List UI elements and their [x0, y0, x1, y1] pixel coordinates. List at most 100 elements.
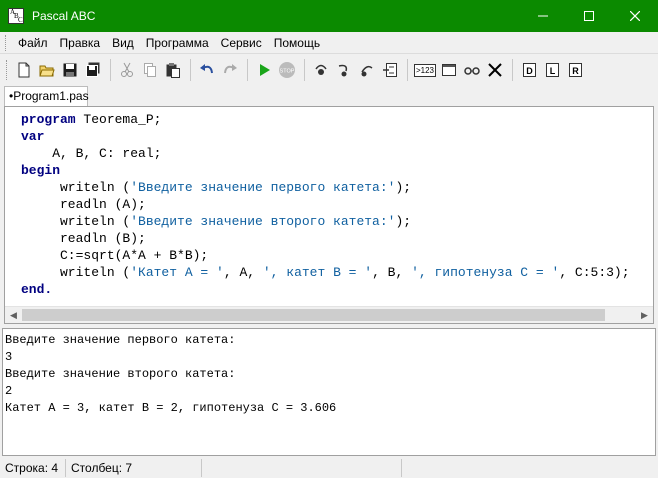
run-button[interactable] [253, 59, 275, 81]
run-icon [260, 64, 270, 76]
svg-text:D: D [526, 66, 533, 76]
save-button[interactable] [59, 59, 81, 81]
step-out-button[interactable] [356, 59, 378, 81]
code-line[interactable]: var [21, 128, 630, 145]
undo-icon [200, 64, 213, 74]
output-line: Катет A = 3, катет B = 2, гипотенуза C =… [5, 401, 337, 415]
toolbar-separator [247, 59, 248, 81]
scroll-right-icon[interactable]: ▶ [636, 307, 653, 324]
paste-icon [166, 63, 180, 78]
step-over-button[interactable] [333, 59, 355, 81]
debug-r-button[interactable]: R [564, 59, 586, 81]
scroll-left-icon[interactable]: ◀ [5, 307, 22, 324]
step-into-button[interactable] [310, 59, 332, 81]
copy-button[interactable] [139, 59, 161, 81]
string-token: 'Введите значение второго катета:' [130, 214, 396, 229]
cut-icon [121, 62, 133, 77]
code-token: readln (B); [21, 231, 146, 246]
code-line[interactable]: C:=sqrt(A*A + B*B); [21, 247, 630, 264]
output-line: Введите значение первого катета: [5, 333, 236, 347]
close-button[interactable] [484, 59, 506, 81]
menu-service[interactable]: Сервис [215, 33, 268, 53]
menu-help[interactable]: Помощь [268, 33, 326, 53]
code-line[interactable]: readln (B); [21, 230, 630, 247]
tab-program1[interactable]: •Program1.pas [4, 86, 89, 107]
save-all-button[interactable] [82, 59, 104, 81]
run-to-cursor-button[interactable] [379, 59, 401, 81]
toolbar-separator [304, 59, 305, 81]
step-over-icon [338, 64, 348, 77]
code-token: , A, [223, 265, 263, 280]
redo-button[interactable] [219, 59, 241, 81]
save-all-icon [86, 62, 100, 77]
maximize-icon [584, 11, 594, 21]
toolbar-separator [190, 59, 191, 81]
menu-edit[interactable]: Правка [54, 33, 107, 53]
scrollbar-thumb[interactable] [22, 309, 605, 321]
keyword-token: program [21, 112, 76, 127]
code-line[interactable]: end. [21, 281, 630, 298]
output-line: 2 [5, 384, 13, 398]
undo-button[interactable] [196, 59, 218, 81]
menu-view[interactable]: Вид [106, 33, 140, 53]
toolbar: STOP >123 D L R [0, 55, 658, 85]
new-file-icon [18, 62, 30, 78]
breakpoint-icon [464, 67, 480, 75]
menu-grip [5, 34, 8, 51]
toolbar-separator [110, 59, 111, 81]
breakpoint-button[interactable] [461, 59, 483, 81]
debug-l-button[interactable]: L [541, 59, 563, 81]
code-line[interactable]: readln (A); [21, 196, 630, 213]
code-text[interactable]: program Teorema_P; var A, B, C: real; begi… [21, 111, 630, 298]
redo-icon [224, 64, 237, 74]
stop-button[interactable]: STOP [276, 59, 298, 81]
minimize-button[interactable] [520, 0, 566, 32]
keyword-token: begin [21, 163, 61, 178]
svg-text:STOP: STOP [280, 69, 295, 75]
save-icon [63, 63, 77, 77]
code-token: A, B, C: real; [21, 146, 162, 161]
app-icon: A B C [8, 8, 24, 24]
new-file-button[interactable] [13, 59, 35, 81]
step-into-icon [315, 64, 327, 75]
output-window-button[interactable] [438, 59, 460, 81]
keyword-token: end. [21, 282, 53, 297]
output-window[interactable]: Введите значение первого катета: 3 Введите… [2, 328, 656, 456]
stop-icon: STOP [279, 62, 295, 78]
maximize-button[interactable] [566, 0, 612, 32]
code-line[interactable]: writeln ('Введите значение второго катет… [21, 213, 630, 230]
code-line[interactable]: writeln ('Введите значение первого катет… [21, 179, 630, 196]
toolbar-separator [407, 59, 408, 81]
watch-button[interactable]: >123 [413, 59, 437, 81]
debug-l-icon: L [546, 63, 559, 77]
menu-bar: Файл Правка Вид Программа Сервис Помощь [0, 32, 658, 54]
horizontal-scrollbar[interactable]: ◀ ▶ [5, 306, 653, 323]
code-line[interactable]: begin [21, 162, 630, 179]
code-token: C:=sqrt(A*A + B*B); [21, 248, 209, 263]
window-title: Pascal ABC [32, 9, 96, 23]
menu-program[interactable]: Программа [140, 33, 215, 53]
cut-button[interactable] [116, 59, 138, 81]
status-panel [202, 459, 402, 477]
code-editor[interactable]: program Teorema_P; var A, B, C: real; begi… [4, 106, 654, 324]
open-folder-button[interactable] [36, 59, 58, 81]
keyword-token: var [21, 129, 45, 144]
string-token: ', катет B = ' [262, 265, 373, 280]
close-window-button[interactable] [612, 0, 658, 32]
string-token: 'Введите значение первого катета:' [130, 180, 396, 195]
output-window-icon [442, 64, 456, 76]
code-line[interactable]: program Teorema_P; [21, 111, 630, 128]
code-token: readln (A); [21, 197, 146, 212]
code-line[interactable]: A, B, C: real; [21, 145, 630, 162]
paste-button[interactable] [162, 59, 184, 81]
code-token: writeln ( [21, 214, 131, 229]
code-token: ); [395, 214, 412, 229]
debug-d-button[interactable]: D [518, 59, 540, 81]
debug-d-icon: D [523, 63, 536, 77]
code-line[interactable]: writeln ('Катет A = ', A, ', катет B = '… [21, 264, 630, 281]
code-token: writeln ( [21, 180, 131, 195]
status-bar: Строка: 4 Столбец: 7 [0, 458, 658, 478]
svg-text:R: R [572, 66, 579, 76]
menu-file[interactable]: Файл [12, 33, 54, 53]
code-token: ); [395, 180, 412, 195]
